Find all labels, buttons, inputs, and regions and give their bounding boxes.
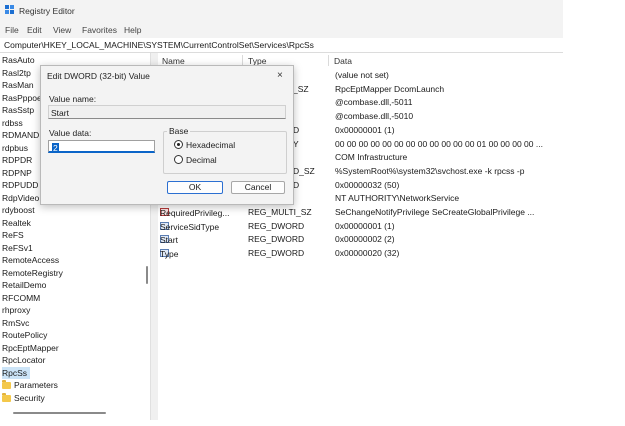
value-data: 00 00 00 00 00 00 00 00 00 00 00 00 01 0… (335, 138, 543, 149)
tree-item-raspppoe[interactable]: RasPppoe (2, 92, 42, 104)
tree-item-rhproxy[interactable]: rhproxy (2, 304, 30, 316)
tree-item-rfcomm[interactable]: RFCOMM (2, 292, 40, 304)
base-group (163, 131, 287, 174)
value-data: RpcEptMapper DcomLaunch (335, 83, 445, 94)
address-path[interactable]: Computer\HKEY_LOCAL_MACHINE\SYSTEM\Curre… (4, 40, 314, 50)
value-type: REG_DWORD (248, 220, 305, 231)
column-separator[interactable] (328, 55, 329, 66)
tree-item-rdpvideo[interactable]: RdpVideo (2, 192, 39, 204)
menu-bar: File Edit View Favorites Help (0, 22, 563, 38)
base-group-label: Base (167, 126, 191, 136)
value-data: (value not set) (335, 70, 389, 80)
registry-editor-icon (5, 5, 14, 14)
title-bar: Registry Editor (0, 0, 563, 22)
value-data: 0x00000001 (1) (335, 220, 395, 231)
tree-item-parameters[interactable]: Parameters (2, 379, 58, 391)
value-name-text: RequiredPrivileg... (160, 208, 230, 218)
table-row[interactable]: Type REG_DWORD 0x00000020 (32) (158, 247, 563, 260)
tree-item-rdpdr[interactable]: RDPDR (2, 154, 32, 166)
table-row[interactable]: ServiceSidType REG_DWORD 0x00000001 (1) (158, 220, 563, 233)
menu-help[interactable]: Help (124, 25, 141, 35)
address-bar[interactable]: Computer\HKEY_LOCAL_MACHINE\SYSTEM\Curre… (0, 38, 563, 53)
tree-vertical-scrollbar[interactable] (146, 266, 148, 284)
value-data: 0x00000032 (50) (335, 179, 400, 190)
tree-item-refs[interactable]: ReFS (2, 229, 24, 241)
value-data: SeChangeNotifyPrivilege SeCreateGlobalPr… (335, 207, 535, 217)
close-icon[interactable]: × (277, 70, 283, 81)
tree-item-rpceptmapper[interactable]: RpcEptMapper (2, 342, 59, 354)
menu-file[interactable]: File (5, 25, 19, 35)
table-row[interactable]: Start REG_DWORD 0x00000002 (2) (158, 233, 563, 246)
folder-icon (2, 392, 11, 402)
edit-dword-dialog: Edit DWORD (32-bit) Value × Value name: … (40, 65, 294, 205)
tree-item-rpclocator[interactable]: RpcLocator (2, 354, 45, 366)
tree-item-rasman[interactable]: RasMan (2, 79, 34, 91)
value-data: %SystemRoot%\system32\svchost.exe -k rpc… (335, 165, 525, 176)
tree-item-rdpbus[interactable]: rdpbus (2, 142, 28, 154)
menu-edit[interactable]: Edit (27, 25, 42, 35)
tree-item-rassstp[interactable]: RasSstp (2, 104, 34, 116)
tree-item-rpcss[interactable]: RpcSs (2, 366, 31, 379)
tree-item-rdbss[interactable]: rdbss (2, 117, 23, 129)
value-data: 0x00000020 (32) (335, 248, 400, 259)
tree-item-refsv1[interactable]: ReFSv1 (2, 242, 33, 254)
window-title: Registry Editor (19, 6, 75, 16)
tree-item-rdpudd[interactable]: RDPUDD (2, 179, 38, 191)
value-data-label: Value data: (49, 128, 92, 138)
tree-item-remoteregistry[interactable]: RemoteRegistry (2, 267, 63, 279)
value-name-text: ServiceSidType (160, 221, 220, 232)
value-type: D_SZ (293, 165, 315, 176)
tree-item-rdpnp[interactable]: RDPNP (2, 167, 32, 179)
tree-item-realtek[interactable]: Realtek (2, 217, 31, 229)
value-name-field (48, 105, 286, 119)
value-name-text: Start (160, 235, 178, 246)
folder-icon (2, 380, 11, 389)
tree-item-rdmandi[interactable]: RDMANDI (2, 129, 42, 141)
value-data-input[interactable] (48, 140, 155, 153)
value-data: 0x00000001 (1) (335, 124, 395, 135)
dialog-title: Edit DWORD (32-bit) Value (47, 71, 150, 81)
value-name-label: Value name: (49, 94, 97, 104)
tree-item-rmsvc[interactable]: RmSvc (2, 317, 29, 329)
tree-item-retaildemo[interactable]: RetailDemo (2, 279, 46, 291)
value-data: @combase.dll,-5011 (335, 97, 413, 108)
value-type: _SZ (293, 83, 309, 94)
value-data: @combase.dll,-5010 (335, 111, 414, 122)
tree-item-rasl2tp[interactable]: Rasl2tp (2, 67, 31, 79)
tree-item-rdyboost[interactable]: rdyboost (2, 204, 35, 216)
value-data: 0x00000002 (2) (335, 234, 395, 245)
tree-horizontal-scrollbar[interactable] (13, 412, 106, 414)
decimal-radio[interactable] (174, 155, 183, 164)
registry-editor-window: Registry Editor File Edit View Favorites… (0, 0, 563, 420)
ok-button[interactable]: OK (167, 181, 223, 194)
tree-item-label: Security (14, 392, 45, 403)
decimal-label[interactable]: Decimal (186, 155, 217, 165)
hexadecimal-label[interactable]: Hexadecimal (186, 140, 235, 150)
tree-item-security[interactable]: Security (2, 392, 45, 404)
value-type: REG_DWORD (248, 248, 305, 259)
value-name-text: Start (51, 108, 69, 118)
table-row[interactable]: RequiredPrivileg... REG_MULTI_SZ SeChang… (158, 206, 563, 219)
tree-item-rasauto[interactable]: RasAuto (2, 54, 35, 66)
tree-item-remoteaccess[interactable]: RemoteAccess (2, 254, 59, 266)
value-type: REG_DWORD (248, 234, 305, 245)
value-data-text[interactable]: 2 (52, 143, 59, 153)
value-name-text: Type (160, 249, 179, 260)
value-type: REG_MULTI_SZ (248, 207, 312, 217)
menu-favorites[interactable]: Favorites (82, 25, 117, 35)
value-data: NT AUTHORITY\NetworkService (335, 193, 460, 204)
hexadecimal-radio[interactable] (174, 140, 183, 149)
cancel-button[interactable]: Cancel (231, 181, 285, 194)
column-header-data[interactable]: Data (334, 56, 352, 66)
tree-item-label: Parameters (14, 380, 58, 390)
value-data: COM Infrastructure (335, 152, 408, 163)
tree-item-routepolicy[interactable]: RoutePolicy (2, 329, 47, 341)
menu-view[interactable]: View (53, 25, 71, 35)
